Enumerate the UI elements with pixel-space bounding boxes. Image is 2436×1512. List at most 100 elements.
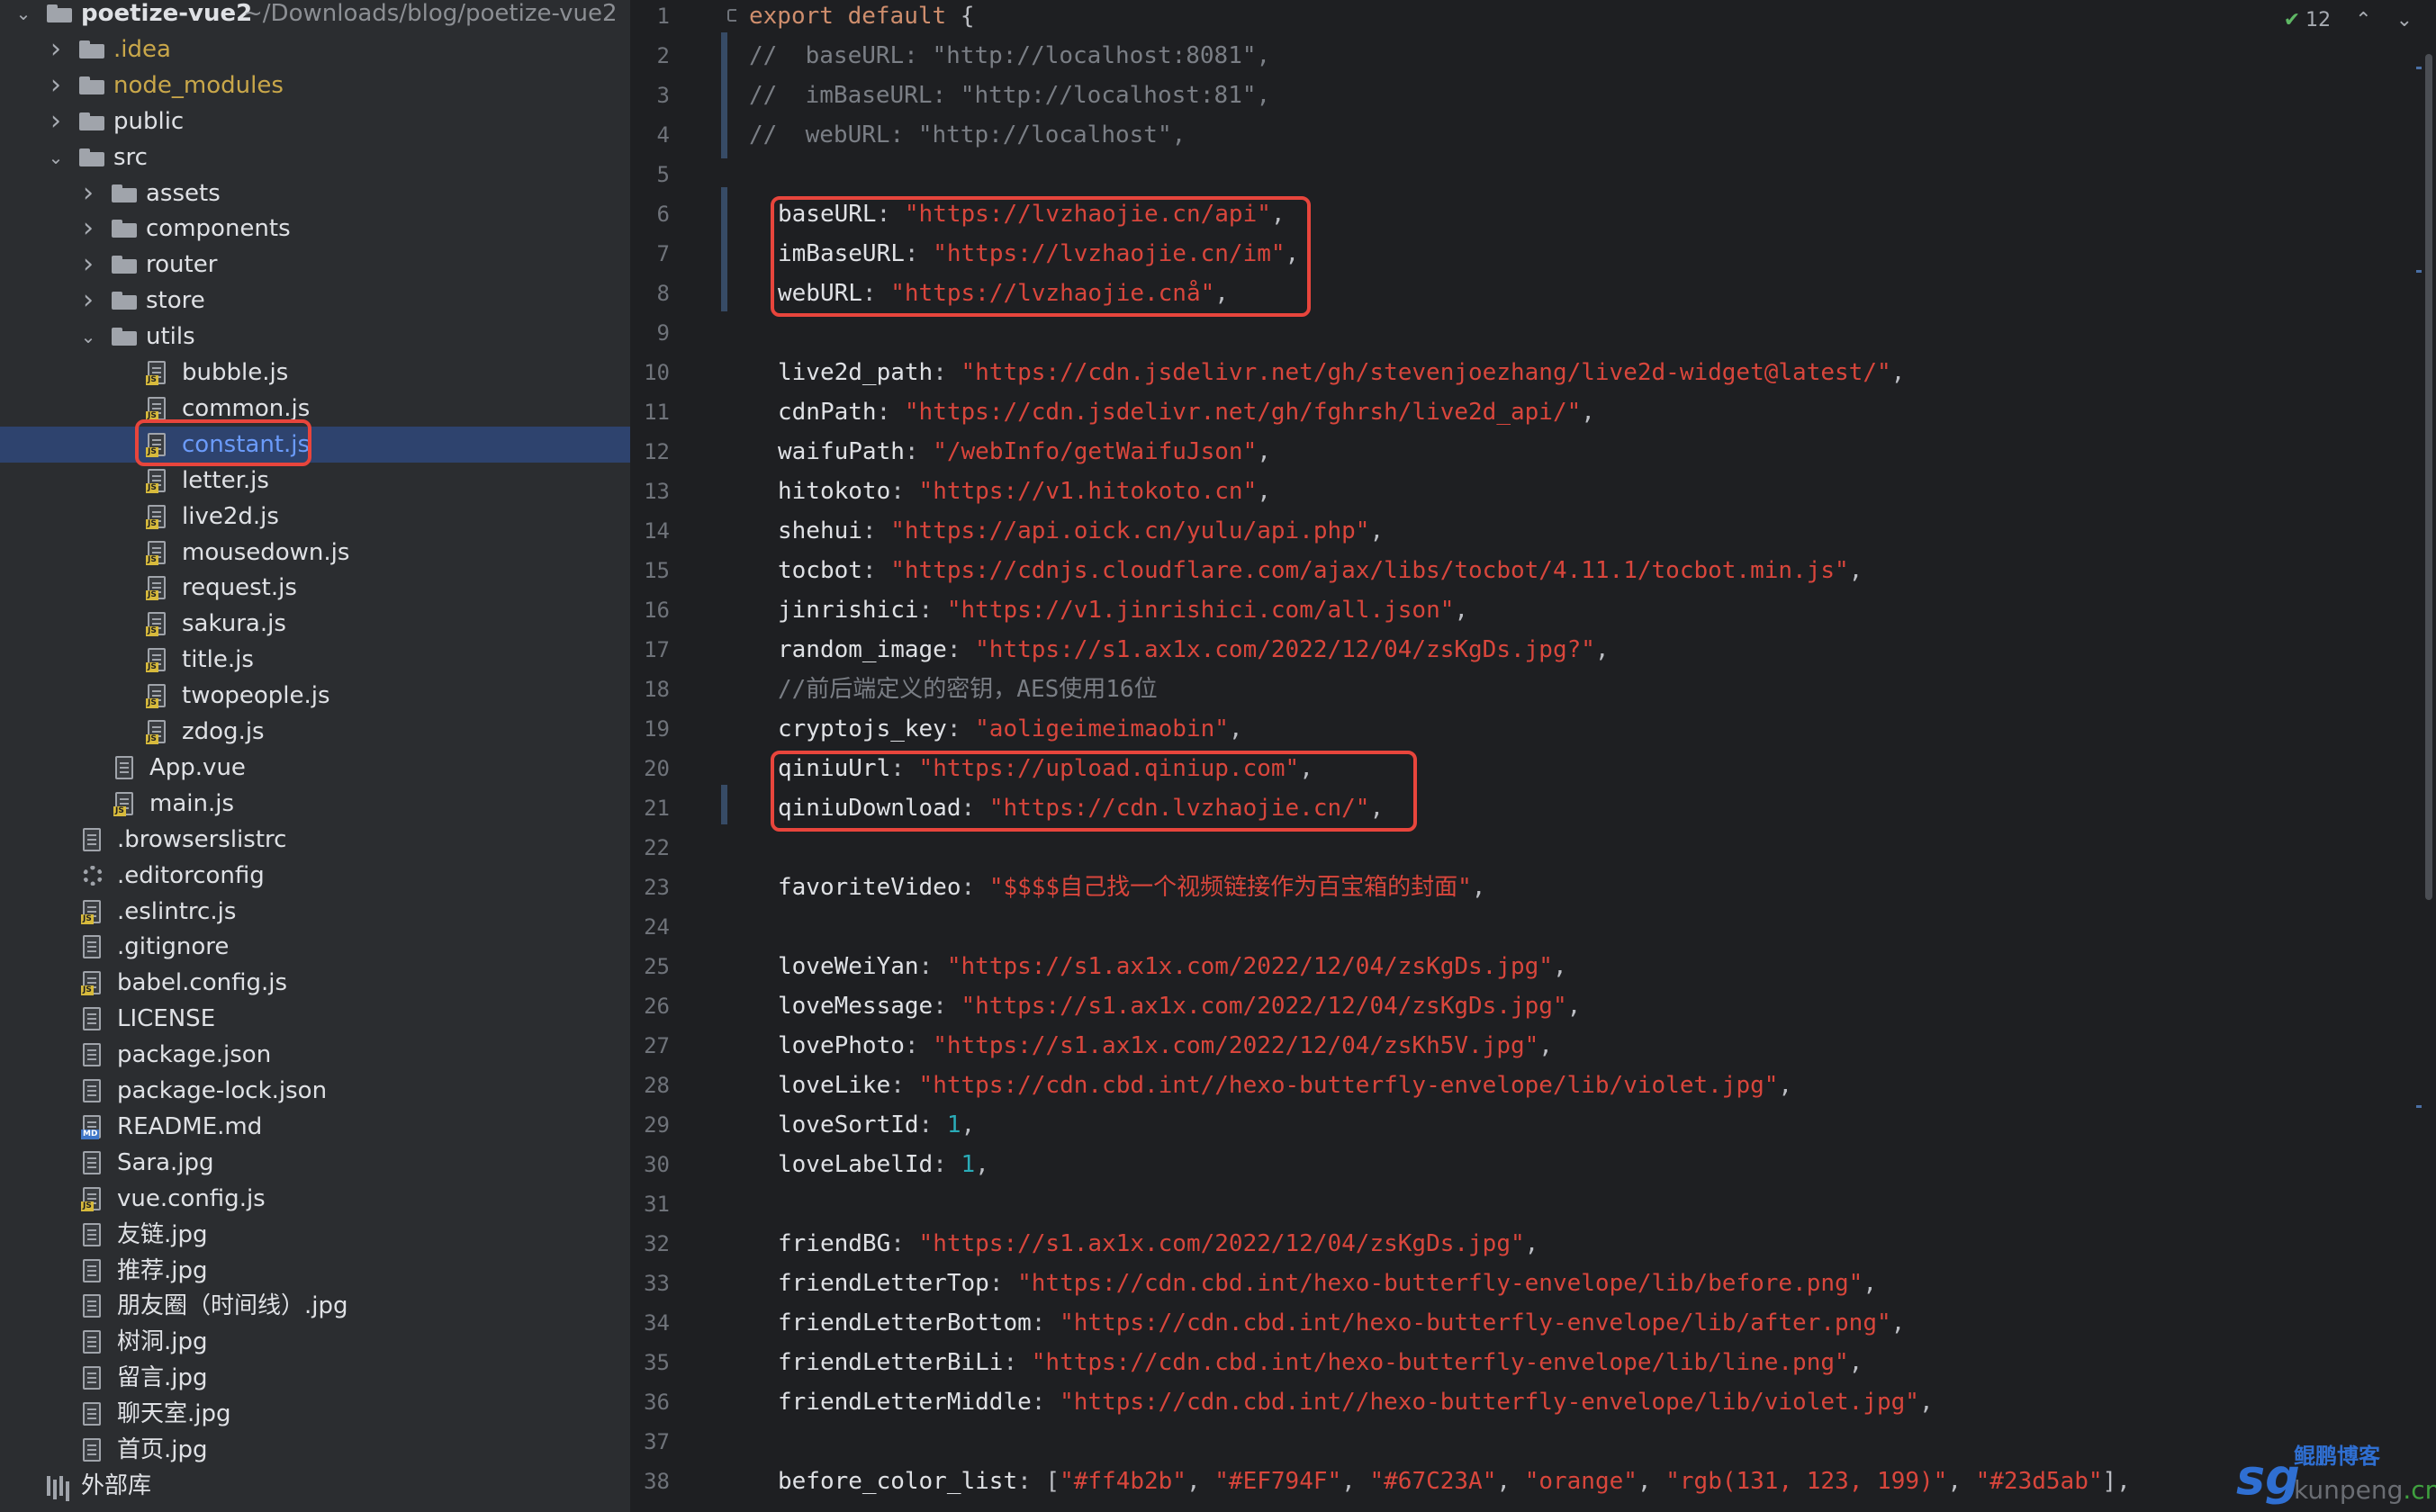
code-line[interactable]: lovePhoto: "https://s1.ax1x.com/2022/12/… <box>778 1026 1553 1066</box>
code-line[interactable]: tocbot: "https://cdnjs.cloudflare.com/aj… <box>778 551 1863 590</box>
tree-item[interactable]: .gitignore <box>0 929 630 965</box>
tree-item[interactable]: mousedown.js <box>0 535 630 571</box>
code-line[interactable]: friendLetterBiLi: "https://cdn.cbd.int/h… <box>778 1343 1863 1382</box>
tree-item[interactable]: twopeople.js <box>0 678 630 714</box>
tree-item[interactable]: .browserslistrc <box>0 822 630 858</box>
tree-item[interactable]: live2d.js <box>0 499 630 535</box>
tree-item[interactable]: 外部库 <box>0 1468 630 1504</box>
code-line[interactable]: jinrishici: "https://v1.jinrishici.com/a… <box>778 590 1468 630</box>
code-token: : <box>918 597 947 624</box>
tree-item[interactable]: README.md <box>0 1109 630 1145</box>
inspection-widget[interactable]: ✔ 12 ⌃ ⌄ <box>2284 5 2413 36</box>
line-number: 6 <box>656 202 670 227</box>
tree-item[interactable]: › node_modules <box>0 68 630 104</box>
code-line[interactable]: baseURL: "https://lvzhaojie.cn/api", <box>778 194 1286 234</box>
tree-item[interactable]: zdog.js <box>0 714 630 750</box>
code-token: , <box>1594 636 1610 663</box>
editor-scrollbar[interactable] <box>2416 0 2436 1512</box>
tree-item[interactable]: bubble.js <box>0 355 630 391</box>
code-line[interactable]: loveLike: "https://cdn.cbd.int//hexo-but… <box>778 1066 1792 1105</box>
chevron-right-icon[interactable]: › <box>77 247 99 283</box>
tree-item[interactable]: 朋友圈（时间线）.jpg <box>0 1288 630 1324</box>
code-line[interactable]: favoriteVideo: "$$$$自己找一个视频链接作为百宝箱的封面", <box>778 868 1485 907</box>
code-line[interactable]: webURL: "https://lvzhaojie.cnå", <box>778 274 1229 313</box>
chevron-right-icon[interactable]: › <box>45 32 67 68</box>
vcs-change-marker[interactable] <box>721 785 727 824</box>
tree-item[interactable]: › public <box>0 104 630 140</box>
vcs-change-marker[interactable] <box>721 187 727 311</box>
tree-item[interactable]: › assets <box>0 176 630 212</box>
code-line[interactable]: qiniuUrl: "https://upload.qiniup.com", <box>778 749 1313 788</box>
chevron-down-icon[interactable]: ⌄ <box>45 140 67 176</box>
tree-item[interactable]: 留言.jpg <box>0 1360 630 1396</box>
javascript-file-icon <box>146 468 166 493</box>
code-line[interactable]: //前后端定义的密钥，AES使用16位 <box>778 670 1158 709</box>
code-line[interactable]: friendLetterBottom: "https://cdn.cbd.int… <box>778 1303 1905 1343</box>
code-line[interactable]: qiniuDownload: "https://cdn.lvzhaojie.cn… <box>778 788 1384 828</box>
tree-item[interactable]: App.vue <box>0 750 630 786</box>
tree-item[interactable]: › store <box>0 283 630 319</box>
code-line[interactable]: shehui: "https://api.oick.cn/yulu/api.ph… <box>778 511 1384 551</box>
chevron-down-icon[interactable]: ⌄ <box>77 319 99 355</box>
tree-item[interactable]: vue.config.js <box>0 1181 630 1217</box>
chevron-down-icon[interactable]: ⌄ <box>13 0 34 32</box>
code-line[interactable]: live2d_path: "https://cdn.jsdelivr.net/g… <box>778 353 1905 392</box>
tree-item[interactable]: 树洞.jpg <box>0 1324 630 1360</box>
code-line[interactable]: loveSortId: 1, <box>778 1105 975 1145</box>
tree-item-label: router <box>146 251 218 279</box>
tree-item[interactable]: sakura.js <box>0 606 630 642</box>
tree-item[interactable]: .eslintrc.js <box>0 894 630 930</box>
code-line[interactable]: friendBG: "https://s1.ax1x.com/2022/12/0… <box>778 1224 1538 1264</box>
tree-item[interactable]: babel.config.js <box>0 965 630 1001</box>
tree-item[interactable]: title.js <box>0 642 630 678</box>
code-line[interactable]: friendLetterMiddle: "https://cdn.cbd.int… <box>778 1382 1934 1422</box>
tree-item[interactable]: › .idea <box>0 32 630 68</box>
tree-item[interactable]: 友链.jpg <box>0 1217 630 1253</box>
tree-item[interactable]: ⌄ utils <box>0 319 630 355</box>
code-line[interactable]: export default { <box>749 0 974 36</box>
tree-item[interactable]: package.json <box>0 1037 630 1073</box>
code-token: : <box>961 874 989 901</box>
chevron-right-icon[interactable]: › <box>77 211 99 247</box>
tree-item[interactable]: LICENSE <box>0 1001 630 1037</box>
vcs-change-marker[interactable] <box>721 32 727 158</box>
chevron-right-icon[interactable]: › <box>77 283 99 319</box>
tree-item[interactable]: 推荐.jpg <box>0 1253 630 1289</box>
tree-item[interactable]: ⌄ src <box>0 140 630 176</box>
tree-item[interactable]: › components <box>0 211 630 247</box>
code-line[interactable]: waifuPath: "/webInfo/getWaifuJson", <box>778 432 1271 472</box>
tree-item[interactable]: package-lock.json <box>0 1073 630 1109</box>
tree-item[interactable]: ⌄ poetize-vue2 ~/Downloads/blog/poetize-vu… <box>0 0 630 32</box>
code-line[interactable]: random_image: "https://s1.ax1x.com/2022/… <box>778 630 1610 670</box>
tree-item[interactable]: 聊天室.jpg <box>0 1396 630 1432</box>
code-editor[interactable]: ✔ 12 ⌃ ⌄ export default {// baseURL: "htt… <box>736 0 2436 1512</box>
chevron-right-icon[interactable]: › <box>45 104 67 140</box>
tree-item[interactable]: common.js <box>0 391 630 427</box>
chevron-right-icon[interactable]: › <box>45 68 67 104</box>
scrollbar-thumb[interactable] <box>2425 54 2432 900</box>
tree-item[interactable]: Sara.jpg <box>0 1145 630 1181</box>
code-line[interactable]: loveLabelId: 1, <box>778 1145 989 1184</box>
code-line[interactable]: imBaseURL: "https://lvzhaojie.cn/im", <box>778 234 1299 274</box>
chevron-right-icon[interactable]: › <box>77 176 99 212</box>
code-line[interactable]: cdnPath: "https://cdn.jsdelivr.net/gh/fg… <box>778 392 1595 432</box>
code-line[interactable]: before_color_list: ["#ff4b2b", "#EF794F"… <box>778 1462 2131 1501</box>
tree-item[interactable]: 首页.jpg <box>0 1432 630 1468</box>
tree-item[interactable]: constant.js <box>0 426 630 463</box>
chevron-up-icon[interactable]: ⌃ <box>2355 9 2371 32</box>
code-line[interactable]: // baseURL: "http://localhost:8081", <box>749 36 1270 76</box>
code-line[interactable]: loveMessage: "https://s1.ax1x.com/2022/1… <box>778 986 1581 1026</box>
code-line[interactable]: loveWeiYan: "https://s1.ax1x.com/2022/12… <box>778 947 1567 986</box>
code-line[interactable]: // imBaseURL: "http://localhost:81", <box>749 76 1270 115</box>
code-line[interactable]: friendLetterTop: "https://cdn.cbd.int/he… <box>778 1264 1877 1303</box>
tree-item[interactable]: › router <box>0 247 630 283</box>
tree-item[interactable]: main.js <box>0 786 630 822</box>
code-line[interactable]: hitokoto: "https://v1.hitokoto.cn", <box>778 472 1271 511</box>
code-line[interactable]: cryptojs_key: "aoligeimeimaobin", <box>778 709 1243 749</box>
tree-item-label: .eslintrc.js <box>117 897 237 925</box>
tree-item[interactable]: request.js <box>0 570 630 606</box>
chevron-down-icon[interactable]: ⌄ <box>2396 9 2413 32</box>
tree-item[interactable]: .editorconfig <box>0 858 630 894</box>
tree-item[interactable]: letter.js <box>0 463 630 499</box>
code-line[interactable]: // webURL: "http://localhost", <box>749 115 1186 155</box>
